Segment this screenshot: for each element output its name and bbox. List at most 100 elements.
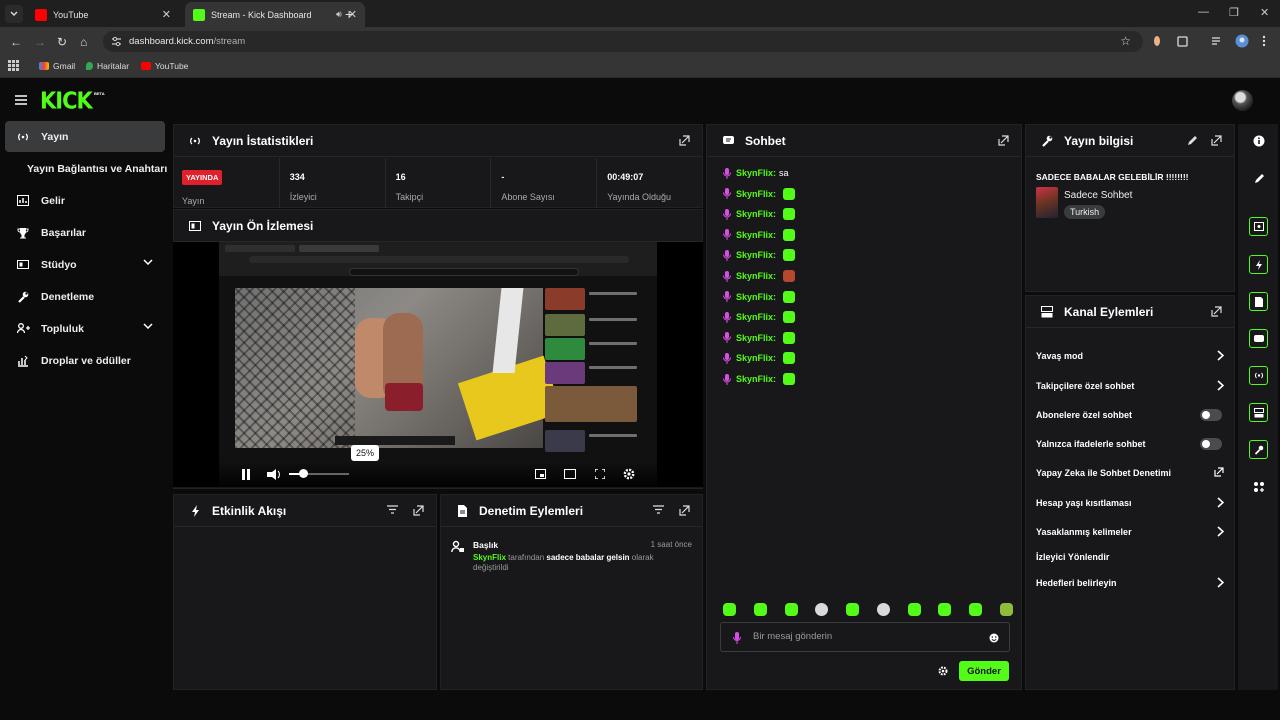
sidebar-item-achievements[interactable]: Başarılar [5, 217, 165, 248]
sidebar-item-stream[interactable]: Yayın [5, 121, 165, 152]
chat-username[interactable]: SkynFlix: [736, 230, 776, 240]
toggle-switch[interactable] [1200, 409, 1222, 421]
mod-action-user[interactable]: SkynFlix [473, 553, 506, 562]
reload-icon[interactable]: ↻ [57, 35, 67, 49]
sidebar-item-studio[interactable]: Stüdyo [5, 249, 165, 280]
bookmark-gmail[interactable]: Gmail [39, 61, 75, 71]
chat-username[interactable]: SkynFlix: [736, 271, 776, 281]
filter-icon[interactable] [653, 505, 664, 514]
close-tab-icon[interactable]: ✕ [162, 8, 171, 21]
chat-input[interactable] [753, 631, 973, 642]
popout-icon[interactable] [1211, 306, 1222, 317]
microphone-icon[interactable] [733, 632, 741, 644]
bookmark-maps[interactable]: Haritalar [86, 61, 129, 71]
rail-channel-actions-button[interactable] [1249, 403, 1268, 422]
popout-icon[interactable] [413, 505, 424, 516]
extensions-puzzle-icon[interactable] [1176, 34, 1190, 48]
chat-username[interactable]: SkynFlix: [736, 374, 776, 384]
external-link-icon[interactable] [1214, 467, 1224, 477]
rail-chat-button[interactable] [1249, 329, 1268, 348]
tab-search-button[interactable] [5, 5, 23, 23]
emote-icon[interactable] [969, 603, 983, 616]
sidebar-item-drops[interactable]: Droplar ve ödüller [5, 345, 165, 376]
chat-input-box[interactable] [720, 622, 1010, 652]
tab-kick-dashboard[interactable]: Stream - Kick Dashboard 🔊︎ ✕ [185, 2, 365, 27]
theater-icon[interactable] [564, 469, 576, 479]
emote-icon[interactable] [907, 603, 921, 616]
toggle-switch[interactable] [1200, 438, 1222, 450]
url-bar[interactable]: dashboard.kick.com/stream ☆ [103, 31, 1143, 52]
restore-icon[interactable]: ❐ [1229, 6, 1239, 19]
stream-category[interactable]: Sadece Sohbet [1064, 190, 1132, 201]
user-avatar[interactable] [1232, 90, 1253, 111]
channel-action-item[interactable]: Hesap yaşı kısıtlaması [1036, 495, 1224, 511]
info-icon[interactable] [1252, 134, 1266, 148]
back-icon[interactable]: ← [10, 35, 22, 49]
miniplayer-icon[interactable] [535, 469, 546, 479]
volume-icon[interactable] [267, 469, 283, 480]
chevron-right-icon[interactable] [1217, 577, 1224, 588]
chat-username[interactable]: SkynFlix: [736, 312, 776, 322]
channel-action-item[interactable]: Hedefleri belirleyin [1036, 575, 1224, 591]
popout-icon[interactable] [1211, 135, 1222, 146]
rail-mod-actions-button[interactable] [1249, 292, 1268, 311]
channel-action-item[interactable]: Yapay Zeka ile Sohbet Denetimi [1036, 465, 1224, 481]
minimize-icon[interactable]: — [1198, 6, 1209, 18]
settings-gear-icon[interactable] [623, 468, 635, 480]
emote-icon[interactable] [876, 603, 890, 616]
chevron-right-icon[interactable] [1217, 526, 1224, 537]
kick-logo[interactable]: KICK [40, 88, 93, 114]
channel-action-item[interactable]: Yalnızca ifadelerle sohbet [1036, 436, 1224, 452]
chat-settings-gear-icon[interactable] [938, 666, 948, 676]
browser-menu-icon[interactable] [1262, 34, 1276, 48]
chevron-right-icon[interactable] [1217, 497, 1224, 508]
rail-stream-info-button[interactable] [1249, 440, 1268, 459]
sidebar-item-revenue[interactable]: Gelir [5, 185, 165, 216]
popout-icon[interactable] [679, 135, 690, 146]
chat-username[interactable]: SkynFlix: [736, 292, 776, 302]
chevron-down-icon[interactable] [143, 323, 153, 329]
profile-avatar-icon[interactable] [1235, 34, 1249, 48]
language-tag[interactable]: Turkish [1064, 205, 1106, 219]
channel-action-item[interactable]: Abonelere özel sohbet [1036, 407, 1224, 423]
apps-grid-icon[interactable] [8, 60, 19, 71]
emote-icon[interactable] [723, 603, 736, 616]
sidebar-item-community[interactable]: Topluluk [5, 313, 165, 344]
stream-preview[interactable]: 25% [173, 242, 703, 487]
chevron-right-icon[interactable] [1217, 350, 1224, 361]
media-control-icon[interactable] [1210, 34, 1224, 48]
forward-icon[interactable]: → [34, 35, 46, 49]
bookmark-star-icon[interactable]: ☆ [1120, 34, 1131, 48]
chat-username[interactable]: SkynFlix: [736, 209, 776, 219]
emoji-picker-icon[interactable] [989, 633, 999, 643]
bookmark-youtube[interactable]: YouTube [141, 61, 188, 71]
emote-icon[interactable] [753, 603, 767, 616]
chat-username[interactable]: SkynFlix: [736, 353, 776, 363]
emote-icon[interactable] [784, 603, 798, 616]
rail-stream-button[interactable] [1249, 366, 1268, 385]
channel-action-item[interactable]: Yasaklanmış kelimeler [1036, 524, 1224, 540]
home-icon[interactable]: ⌂ [80, 35, 87, 49]
channel-action-item[interactable]: Yavaş mod [1036, 348, 1224, 364]
chat-username[interactable]: SkynFlix: [736, 333, 776, 343]
edit-pencil-icon[interactable] [1252, 171, 1266, 185]
pause-icon[interactable] [241, 469, 251, 480]
rail-activity-button[interactable] [1249, 255, 1268, 274]
chat-username[interactable]: SkynFlix: [736, 168, 776, 178]
sidebar-item-stream-key[interactable]: Yayın Bağlantısı ve Anahtarı [27, 163, 167, 175]
hamburger-menu-icon[interactable] [15, 95, 27, 105]
video-player[interactable]: 25% [219, 242, 657, 487]
site-info-icon[interactable] [111, 36, 122, 47]
new-tab-button[interactable]: + [345, 6, 353, 22]
fullscreen-icon[interactable] [595, 469, 605, 479]
volume-slider[interactable] [289, 469, 349, 478]
tab-youtube[interactable]: YouTube ✕ [27, 2, 179, 27]
window-close-icon[interactable]: ✕ [1260, 6, 1269, 19]
sidebar-item-moderation[interactable]: Denetleme [5, 281, 165, 312]
edit-pencil-icon[interactable] [1187, 135, 1198, 146]
audio-playing-icon[interactable]: 🔊︎ [336, 9, 342, 20]
popout-icon[interactable] [679, 505, 690, 516]
chat-username[interactable]: SkynFlix: [736, 189, 776, 199]
emote-icon[interactable] [938, 603, 952, 616]
send-button[interactable]: Gönder [959, 661, 1009, 681]
